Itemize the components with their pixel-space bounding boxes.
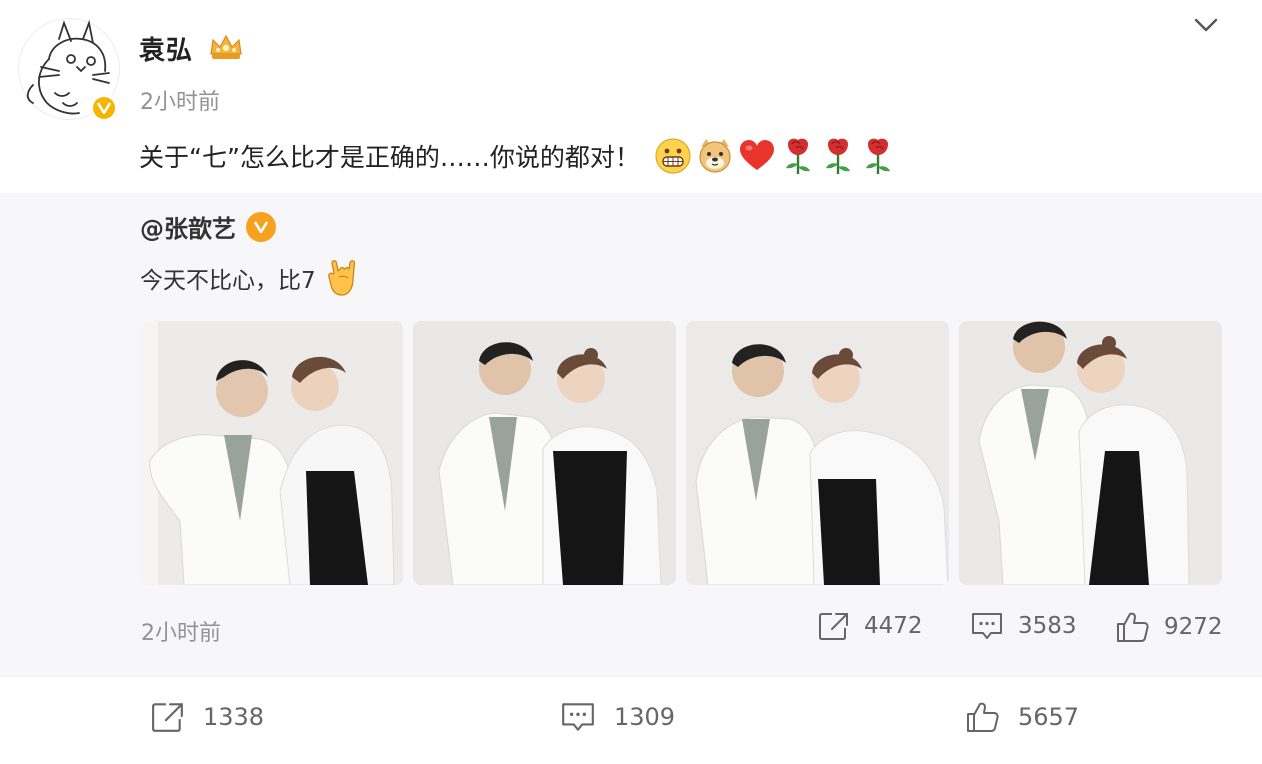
- rose-icon: [785, 138, 810, 174]
- repost-text-content: 今天不比心，比7: [140, 268, 316, 294]
- like-button[interactable]: 5657: [966, 701, 1079, 733]
- repost-share-count: 4472: [864, 613, 923, 639]
- repost-comment-button[interactable]: 3583: [970, 611, 1077, 641]
- thumbs-up-icon: [1117, 612, 1149, 642]
- repost-like-count: 9272: [1164, 614, 1223, 640]
- rock-hand-icon: [327, 260, 355, 296]
- vip-crown-icon: [210, 34, 242, 59]
- repost-like-button[interactable]: 9272: [1116, 611, 1223, 643]
- rose-icon: [865, 138, 890, 174]
- doge-icon: [699, 139, 731, 173]
- comment-button[interactable]: 1309: [560, 701, 675, 733]
- rose-icon: [825, 138, 850, 174]
- share-count: 1338: [203, 703, 265, 731]
- like-count: 5657: [1018, 703, 1080, 731]
- verified-badge-icon: [246, 211, 276, 242]
- repost-comment-count: 3583: [1018, 613, 1077, 639]
- photo-image: [686, 321, 949, 585]
- weibo-post: 袁弘 2小时前 关于“七”怎么比才是正确的……你说的都对！ @张歆艺 今天不比心…: [0, 0, 1262, 764]
- photo-image: [140, 321, 403, 585]
- emoji-row: [654, 136, 896, 176]
- post-text: 关于“七”怎么比才是正确的……你说的都对！: [139, 136, 896, 176]
- photo-image: [959, 321, 1222, 585]
- share-icon: [819, 613, 848, 640]
- photo-1[interactable]: [140, 321, 403, 585]
- repost-author-name[interactable]: @张歆艺: [140, 209, 236, 244]
- share-icon: [152, 703, 183, 732]
- thumbs-up-icon: [967, 702, 999, 732]
- share-button[interactable]: 1338: [151, 701, 264, 733]
- repost-author: @张歆艺: [140, 209, 276, 244]
- heart-icon: [739, 140, 774, 170]
- comment-count: 1309: [614, 703, 676, 731]
- verified-badge-icon: [90, 94, 118, 122]
- photo-3[interactable]: [686, 321, 949, 585]
- photo-2[interactable]: [413, 321, 676, 585]
- grin-icon: [655, 138, 691, 174]
- repost-time: 2小时前: [141, 621, 221, 646]
- comment-icon: [562, 703, 594, 731]
- photo-image: [413, 321, 676, 585]
- repost-card[interactable]: @张歆艺 今天不比心，比7 2小时前 4472 3583 9272: [0, 193, 1262, 676]
- comment-icon: [972, 613, 1002, 639]
- username[interactable]: 袁弘: [139, 30, 193, 67]
- photo-grid: [140, 321, 1224, 585]
- repost-text: 今天不比心，比7: [140, 259, 362, 297]
- post-text-content: 关于“七”怎么比才是正确的……你说的都对！: [139, 143, 640, 172]
- photo-4[interactable]: [959, 321, 1222, 585]
- chevron-down-icon[interactable]: [1192, 14, 1220, 36]
- repost-footer: 2小时前 4472 3583 9272: [0, 605, 1262, 653]
- repost-share-button[interactable]: 4472: [818, 611, 923, 641]
- action-bar: 1338 1309 5657: [0, 676, 1262, 764]
- post-time: 2小时前: [140, 90, 220, 115]
